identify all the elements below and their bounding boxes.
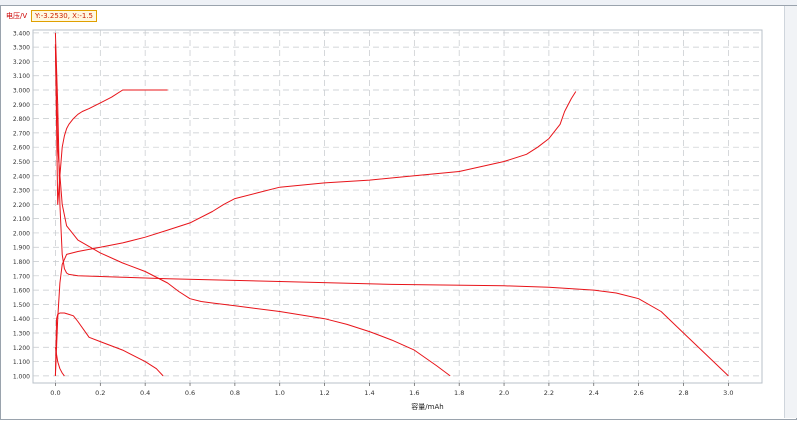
y-tick-label: 1.100 — [13, 359, 30, 366]
x-tick-label: 1.8 — [454, 389, 464, 397]
x-tick-label: 0.2 — [95, 389, 105, 397]
y-tick-label: 3.000 — [13, 88, 30, 95]
x-tick-label: 2.8 — [678, 389, 688, 397]
y-tick-label: 2.800 — [13, 116, 30, 123]
x-axis-label: 容量/mAh — [411, 402, 443, 411]
y-tick-label: 2.600 — [13, 145, 30, 152]
x-tick-label: 2.2 — [544, 389, 554, 397]
y-tick-label: 1.800 — [13, 259, 30, 266]
y-tick-label: 1.400 — [13, 316, 30, 323]
y-tick-label: 1.500 — [13, 302, 30, 309]
x-tick-label: 0.6 — [185, 389, 195, 397]
x-tick-label: 1.2 — [319, 389, 329, 397]
y-tick-label: 3.100 — [13, 73, 30, 80]
y-tick-label: 3.400 — [13, 30, 30, 37]
x-tick-label: 2.0 — [499, 389, 509, 397]
y-tick-label: 1.600 — [13, 288, 30, 295]
y-tick-label: 2.500 — [13, 159, 30, 166]
y-tick-label: 1.000 — [13, 373, 30, 380]
x-tick-label: 0.8 — [230, 389, 240, 397]
y-tick-label: 2.100 — [13, 216, 30, 223]
x-tick-label: 3.0 — [723, 389, 733, 397]
y-tick-label: 3.200 — [13, 59, 30, 66]
y-tick-label: 2.300 — [13, 188, 30, 195]
y-tick-label: 1.300 — [13, 330, 30, 337]
y-tick-label: 2.700 — [13, 130, 30, 137]
y-tick-label: 3.300 — [13, 45, 30, 52]
y-tick-label: 2.900 — [13, 102, 30, 109]
y-tick-label: 2.400 — [13, 173, 30, 180]
x-tick-label: 2.6 — [633, 389, 643, 397]
x-tick-label: 0.4 — [140, 389, 150, 397]
x-tick-label: 1.4 — [364, 389, 374, 397]
y-tick-label: 2.200 — [13, 202, 30, 209]
x-tick-label: 1.6 — [409, 389, 419, 397]
x-tick-label: 2.4 — [589, 389, 599, 397]
y-tick-label: 2.000 — [13, 230, 30, 237]
y-tick-label: 1.700 — [13, 273, 30, 280]
x-tick-label: 1.0 — [275, 389, 285, 397]
y-tick-label: 1.200 — [13, 345, 30, 352]
voltage-capacity-chart: 1.000 1.100 1.200 1.300 1.400 1.500 1.600 1.700… — [13, 29, 763, 411]
plot-area — [32, 29, 763, 384]
y-tick-label: 1.900 — [13, 245, 30, 252]
x-tick-label: 0.0 — [50, 389, 60, 397]
